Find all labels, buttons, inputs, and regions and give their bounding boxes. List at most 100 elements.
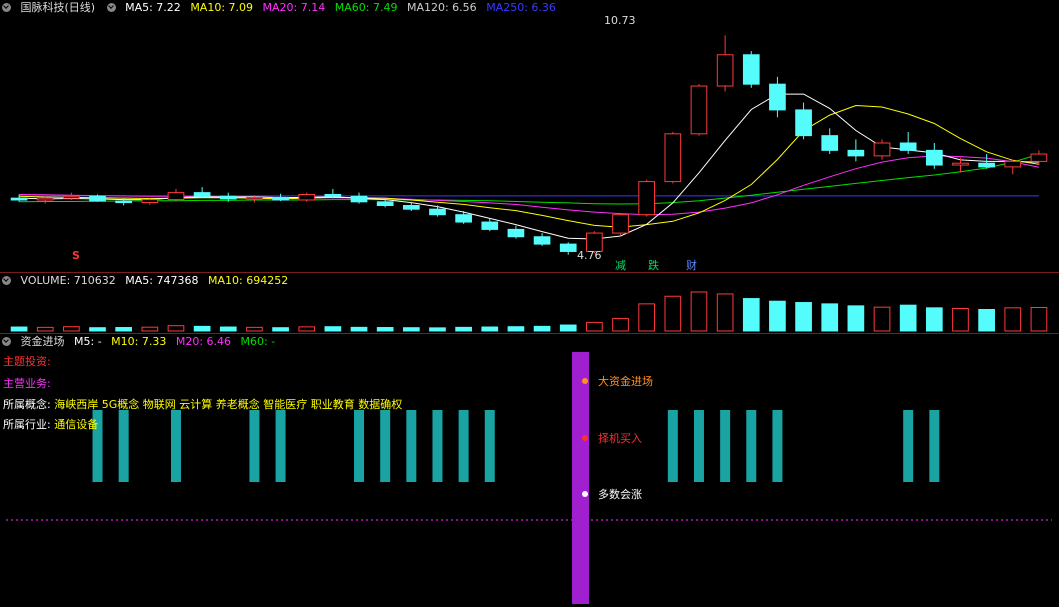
candle-body <box>115 200 133 204</box>
candle-body <box>638 181 656 216</box>
ma5-value: MA5: 7.22 <box>125 1 181 14</box>
candle-body <box>298 193 316 201</box>
signal-dot-rise <box>582 491 588 497</box>
signal-label-buy: 择机买入 <box>598 432 642 445</box>
fund-m20: M20: 6.46 <box>175 335 232 348</box>
volume-bar <box>402 327 420 332</box>
ma250-value: MA250: 6.36 <box>486 1 556 14</box>
stock-name: 国脉科技(日线) <box>20 1 96 14</box>
ma120-value: MA120: 6.56 <box>406 1 477 14</box>
volume-bar <box>10 326 28 332</box>
candle-body <box>141 199 159 204</box>
fund-title: 资金进场 <box>20 335 65 348</box>
event-marker[interactable]: 减 <box>615 257 626 273</box>
fund-bar <box>170 410 181 482</box>
volume-bar <box>507 326 525 332</box>
fund-m60: M60: - <box>240 335 276 348</box>
fund-bar <box>772 410 783 482</box>
signal-highlight-column <box>572 352 589 604</box>
volume-bar <box>246 326 263 332</box>
concept-row: 所属概念: 海峡西岸 5G概念 物联网 云计算 养老概念 智能医疗 职业教育 数… <box>3 396 402 412</box>
ma20-value: MA20: 7.14 <box>262 1 326 14</box>
candle-body <box>978 162 995 168</box>
candle-body <box>376 201 394 207</box>
chart-canvas <box>6 35 1052 604</box>
candle-body <box>821 135 839 151</box>
candle-body <box>1030 153 1048 162</box>
candle-body <box>899 142 917 151</box>
s-marker: S <box>72 249 80 262</box>
industry-label: 所属行业: <box>3 418 51 431</box>
candle-body <box>742 54 760 85</box>
industry-row: 所属行业: 通信设备 <box>3 416 98 432</box>
ma5-line <box>19 93 1039 240</box>
volume-bar <box>873 306 891 332</box>
volume-bar <box>193 325 211 332</box>
panel-toggle-icon[interactable] <box>2 3 11 12</box>
event-marker[interactable]: 财 <box>686 257 697 273</box>
fund-bar <box>249 410 260 482</box>
volume-bar <box>1004 307 1022 332</box>
fund-bar <box>432 410 443 482</box>
ma20-line <box>19 155 1040 216</box>
event-marker[interactable]: 跌 <box>648 257 659 273</box>
volume-bar <box>925 307 943 332</box>
candle-body <box>507 228 525 238</box>
theme-label: 主题投资: <box>3 355 51 368</box>
signal-label-big-money: 大资金进场 <box>598 375 653 388</box>
volume-bar <box>63 326 80 332</box>
volume-bar <box>324 326 342 332</box>
candle-body <box>925 149 943 166</box>
business-label: 主营业务: <box>3 377 51 390</box>
fund-bar <box>458 410 469 482</box>
fund-bar <box>720 410 731 482</box>
volume-bar <box>795 302 812 332</box>
volume-bar <box>821 303 839 332</box>
low-label: 4.76 <box>577 249 602 262</box>
volume-bar <box>376 327 394 332</box>
candle-body <box>952 162 969 166</box>
volume-bar <box>298 326 316 332</box>
volume-toggle-icon[interactable] <box>2 276 11 285</box>
fund-bar <box>484 410 495 482</box>
fund-bar <box>406 410 417 482</box>
volume-bar <box>769 300 786 332</box>
candle-body <box>350 195 368 203</box>
volume-bar <box>638 303 656 332</box>
volume-bar <box>115 327 133 332</box>
candle-body <box>167 192 185 201</box>
volume-bar <box>978 308 995 332</box>
volume-ma10: MA10: 694252 <box>207 274 289 287</box>
candle-body <box>559 243 577 252</box>
volume-bar <box>690 291 708 332</box>
signal-label-rise: 多数会涨 <box>598 488 642 501</box>
volume-bar <box>559 324 577 332</box>
volume-bar <box>1030 307 1048 332</box>
volume-bar <box>167 325 185 332</box>
candle-body <box>193 192 211 197</box>
volume-bar <box>716 293 734 332</box>
volume-bar <box>664 295 682 332</box>
ma10-line <box>19 104 1039 228</box>
volume-bar <box>36 326 54 332</box>
candle-body <box>10 197 28 201</box>
concept-value: 海峡西岸 5G概念 物联网 云计算 养老概念 智能医疗 职业教育 数据确权 <box>54 398 403 411</box>
indicator-toggle-icon[interactable] <box>106 3 116 12</box>
candle-body <box>36 197 54 201</box>
candle-body <box>612 214 629 234</box>
candle-body <box>873 142 891 157</box>
candle-body <box>63 195 80 199</box>
candle-body <box>481 221 499 230</box>
candle-body <box>324 193 342 197</box>
candle-body <box>690 85 708 135</box>
volume-ma5: MA5: 747368 <box>125 274 199 287</box>
fund-toggle-icon[interactable] <box>2 337 11 346</box>
volume-bar <box>89 327 106 332</box>
volume-bar <box>899 304 917 332</box>
fund-bar <box>903 410 914 482</box>
ma10-value: MA10: 7.09 <box>190 1 254 14</box>
candle-body <box>847 149 865 157</box>
fund-bar <box>380 410 391 482</box>
candle-body <box>769 83 786 111</box>
industry-value: 通信设备 <box>54 418 99 431</box>
